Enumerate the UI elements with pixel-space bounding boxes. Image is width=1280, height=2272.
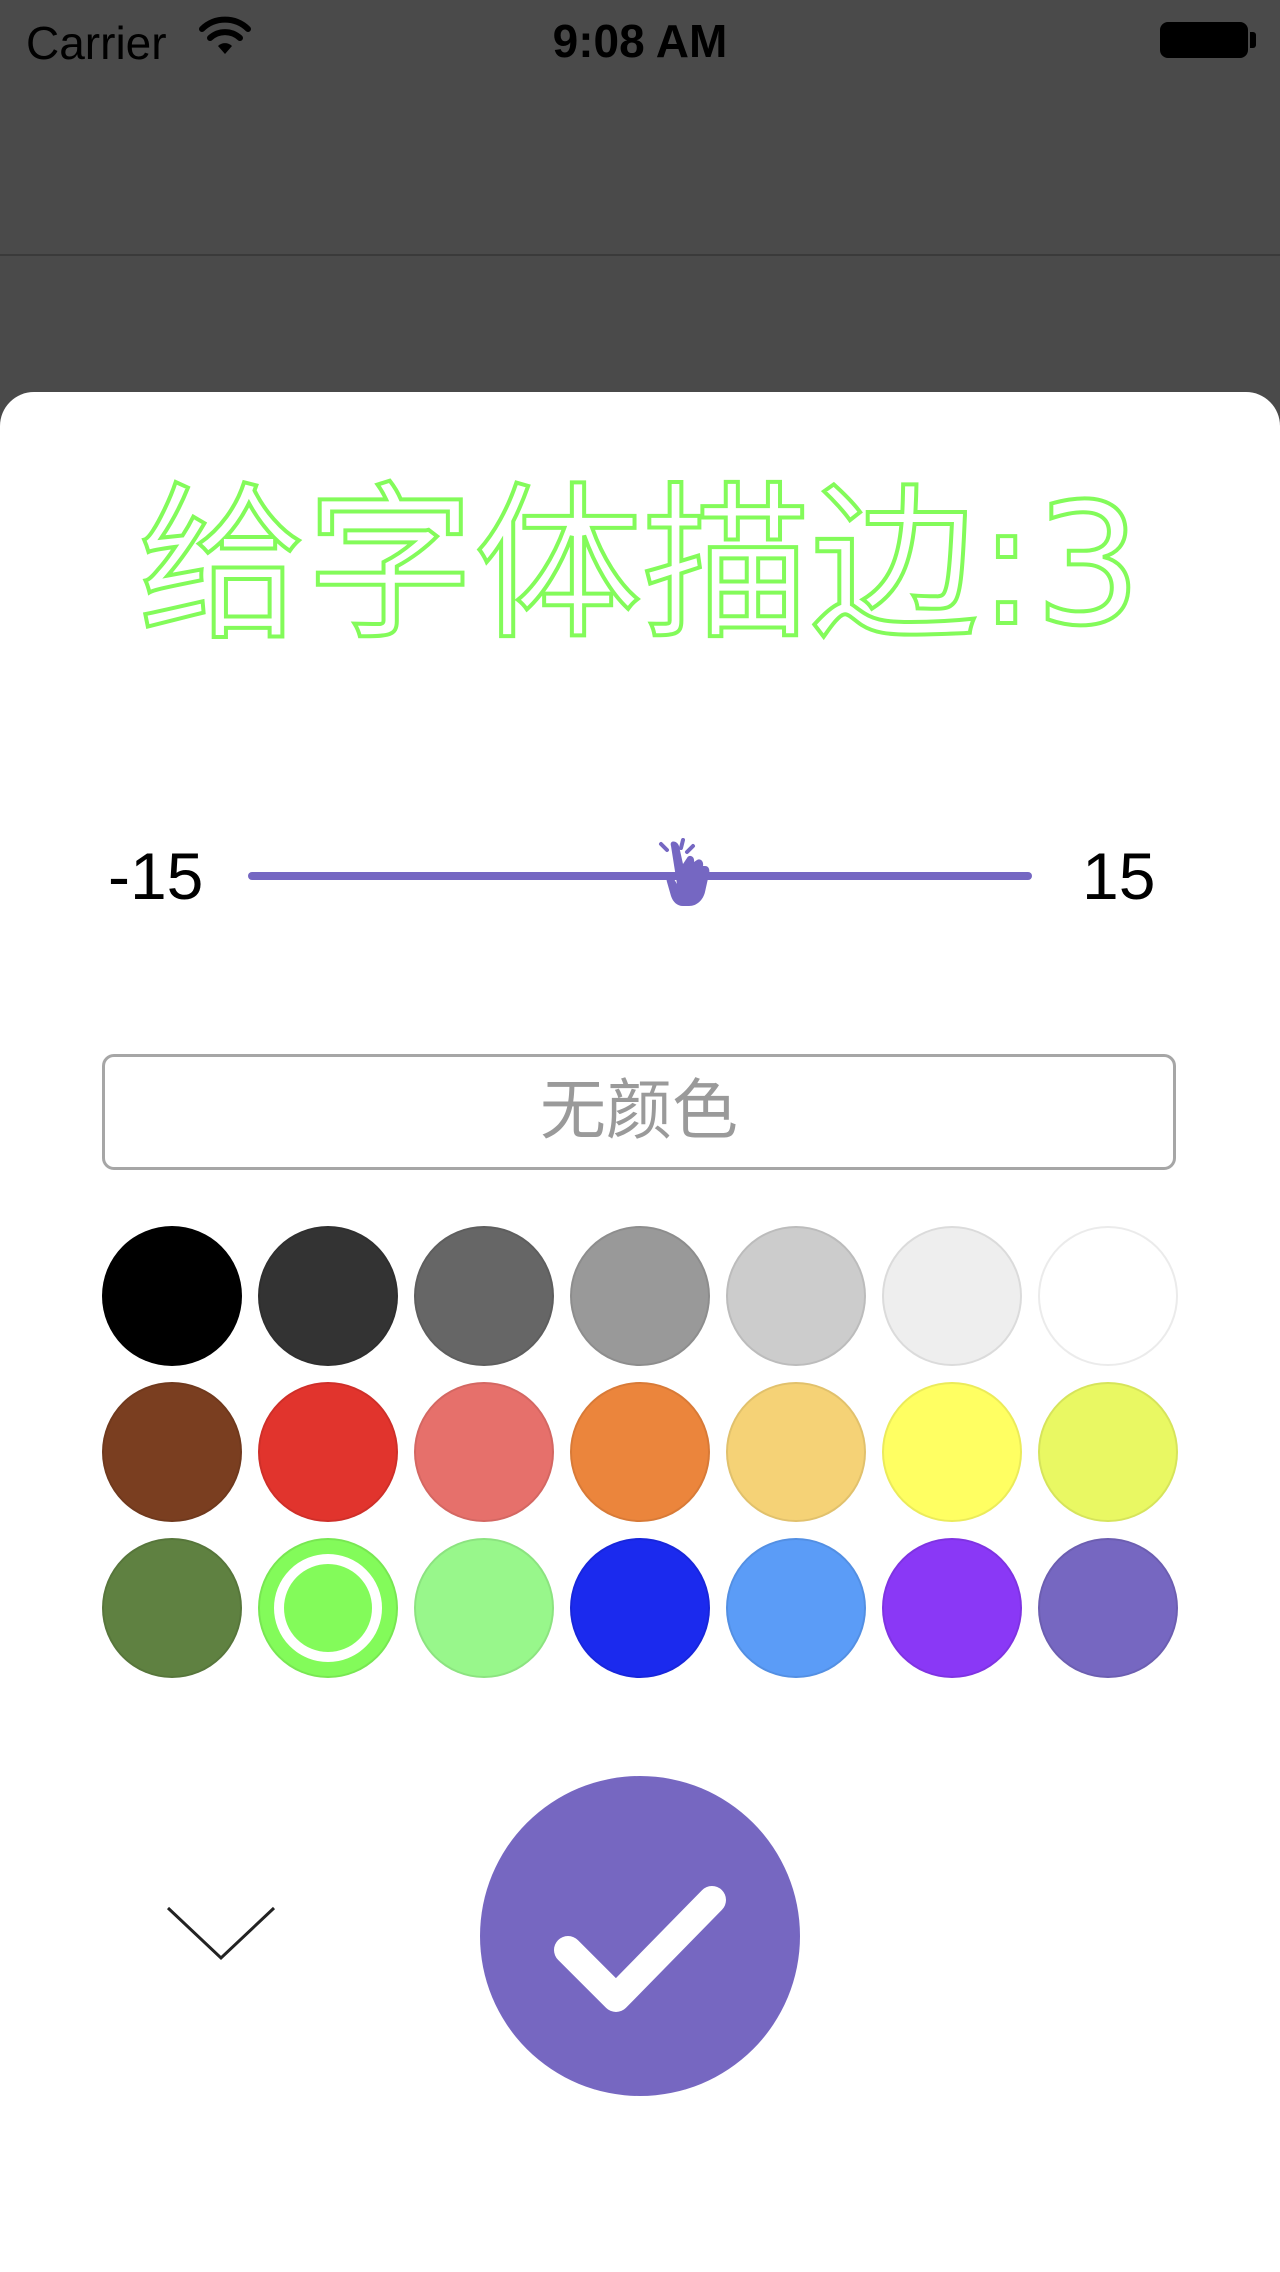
- color-swatch-grid: [102, 1226, 1178, 1682]
- color-swatch[interactable]: [1038, 1538, 1178, 1678]
- no-color-button[interactable]: 无颜色: [102, 1054, 1176, 1170]
- stroke-preview-title: 给字体描边:3: [136, 467, 1144, 663]
- color-swatch[interactable]: [414, 1226, 554, 1366]
- color-swatch[interactable]: [882, 1226, 1022, 1366]
- color-swatch[interactable]: [726, 1538, 866, 1678]
- color-swatch[interactable]: [570, 1538, 710, 1678]
- color-swatch[interactable]: [414, 1382, 554, 1522]
- status-bar: Carrier 9:08 AM: [0, 0, 1280, 80]
- color-swatch[interactable]: [882, 1538, 1022, 1678]
- battery-full-icon: [1160, 22, 1248, 58]
- slider-max-label: 15: [1082, 839, 1156, 913]
- confirm-button[interactable]: [480, 1776, 800, 2096]
- color-swatch[interactable]: [570, 1382, 710, 1522]
- color-swatch[interactable]: [1038, 1382, 1178, 1522]
- color-swatch[interactable]: [882, 1382, 1022, 1522]
- checkmark-icon: [554, 1886, 726, 2012]
- color-swatch[interactable]: [726, 1226, 866, 1366]
- color-swatch[interactable]: [1038, 1226, 1178, 1366]
- color-swatch[interactable]: [258, 1538, 398, 1678]
- clock-time: 9:08 AM: [552, 15, 728, 67]
- color-swatch[interactable]: [102, 1226, 242, 1366]
- color-swatch[interactable]: [726, 1382, 866, 1522]
- color-swatch[interactable]: [102, 1382, 242, 1522]
- chevron-down-icon[interactable]: [166, 1904, 276, 1964]
- color-swatch[interactable]: [570, 1226, 710, 1366]
- battery-tip: [1250, 32, 1256, 48]
- color-swatch[interactable]: [414, 1538, 554, 1678]
- color-swatch[interactable]: [102, 1538, 242, 1678]
- color-swatch[interactable]: [258, 1226, 398, 1366]
- slider-min-label: -15: [108, 839, 204, 913]
- hand-pointer-icon[interactable]: [653, 838, 715, 910]
- stroke-width-slider[interactable]: [248, 872, 1032, 880]
- color-swatch[interactable]: [258, 1382, 398, 1522]
